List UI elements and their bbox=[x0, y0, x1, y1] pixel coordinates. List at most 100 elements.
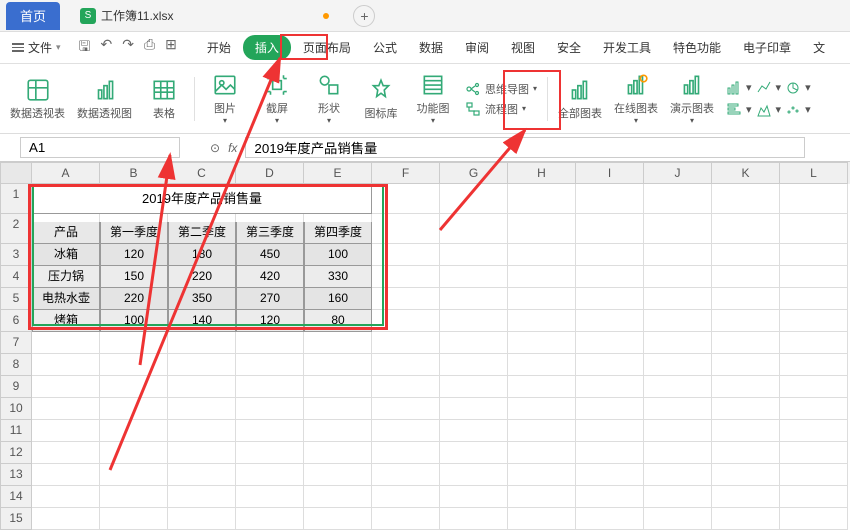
cell[interactable] bbox=[236, 464, 304, 486]
col-header-J[interactable]: J bbox=[644, 162, 712, 184]
cell[interactable] bbox=[780, 288, 848, 310]
online-chart-button[interactable]: 在线图表▾ bbox=[610, 69, 662, 129]
cell[interactable] bbox=[440, 214, 508, 244]
cell[interactable] bbox=[780, 354, 848, 376]
cell[interactable] bbox=[644, 288, 712, 310]
cell[interactable] bbox=[508, 442, 576, 464]
cell[interactable] bbox=[780, 376, 848, 398]
row-header-10[interactable]: 10 bbox=[0, 398, 32, 420]
menu-插入[interactable]: 插入 bbox=[243, 35, 291, 60]
cell[interactable] bbox=[712, 398, 780, 420]
col-header-F[interactable]: F bbox=[372, 162, 440, 184]
cell[interactable] bbox=[440, 310, 508, 332]
pivot-table-button[interactable]: 数据透视表 bbox=[6, 69, 69, 129]
cell[interactable] bbox=[508, 310, 576, 332]
cell[interactable] bbox=[372, 420, 440, 442]
cell[interactable] bbox=[576, 244, 644, 266]
cell[interactable] bbox=[304, 376, 372, 398]
cell[interactable] bbox=[372, 310, 440, 332]
menu-审阅[interactable]: 审阅 bbox=[455, 35, 499, 60]
menu-安全[interactable]: 安全 bbox=[547, 35, 591, 60]
menu-特色功能[interactable]: 特色功能 bbox=[663, 35, 731, 60]
file-tab[interactable]: S 工作簿11.xlsx bbox=[70, 2, 183, 30]
cell[interactable] bbox=[576, 214, 644, 244]
cell[interactable] bbox=[100, 398, 168, 420]
mindmap-button[interactable]: 思维导图▾ bbox=[465, 81, 537, 97]
cell[interactable] bbox=[32, 354, 100, 376]
cell[interactable] bbox=[508, 184, 576, 214]
cell[interactable] bbox=[168, 354, 236, 376]
cell[interactable] bbox=[576, 486, 644, 508]
new-tab-button[interactable]: + bbox=[353, 5, 375, 27]
col-header-G[interactable]: G bbox=[440, 162, 508, 184]
cell[interactable] bbox=[644, 310, 712, 332]
cell[interactable] bbox=[168, 398, 236, 420]
cell[interactable] bbox=[576, 184, 644, 214]
cell[interactable] bbox=[508, 332, 576, 354]
cell[interactable] bbox=[372, 332, 440, 354]
cell[interactable] bbox=[100, 464, 168, 486]
col-header-B[interactable]: B bbox=[100, 162, 168, 184]
cell[interactable] bbox=[508, 464, 576, 486]
cell[interactable] bbox=[304, 508, 372, 530]
cell[interactable] bbox=[780, 244, 848, 266]
cell[interactable] bbox=[712, 464, 780, 486]
cell[interactable] bbox=[100, 508, 168, 530]
table-header-cell[interactable]: 第二季度 bbox=[168, 222, 236, 244]
cell[interactable] bbox=[780, 214, 848, 244]
cell[interactable] bbox=[644, 398, 712, 420]
cell[interactable] bbox=[780, 310, 848, 332]
search-icon[interactable]: ⊙ bbox=[210, 141, 220, 155]
cell[interactable] bbox=[440, 266, 508, 288]
cell[interactable] bbox=[372, 376, 440, 398]
cell[interactable] bbox=[712, 508, 780, 530]
cell[interactable] bbox=[100, 442, 168, 464]
cell[interactable] bbox=[372, 398, 440, 420]
cell[interactable] bbox=[576, 398, 644, 420]
table-cell[interactable]: 冰箱 bbox=[32, 244, 100, 266]
cell[interactable] bbox=[372, 464, 440, 486]
cell[interactable] bbox=[236, 354, 304, 376]
cell[interactable] bbox=[440, 420, 508, 442]
print-icon[interactable]: ⎙ bbox=[142, 34, 157, 62]
cell[interactable] bbox=[236, 486, 304, 508]
table-cell[interactable]: 电热水壶 bbox=[32, 288, 100, 310]
cell[interactable] bbox=[372, 442, 440, 464]
cell[interactable] bbox=[644, 184, 712, 214]
col-header-I[interactable]: I bbox=[576, 162, 644, 184]
cell[interactable] bbox=[780, 332, 848, 354]
cell[interactable] bbox=[304, 442, 372, 464]
cell[interactable] bbox=[168, 464, 236, 486]
cell[interactable] bbox=[304, 486, 372, 508]
cell[interactable] bbox=[440, 288, 508, 310]
cell[interactable] bbox=[712, 266, 780, 288]
cell[interactable] bbox=[644, 486, 712, 508]
row-header-14[interactable]: 14 bbox=[0, 486, 32, 508]
cell[interactable] bbox=[780, 398, 848, 420]
row-header-15[interactable]: 15 bbox=[0, 508, 32, 530]
col-header-C[interactable]: C bbox=[168, 162, 236, 184]
home-tab[interactable]: 首页 bbox=[6, 2, 60, 30]
cell[interactable] bbox=[372, 214, 440, 244]
shape-button[interactable]: 形状▾ bbox=[305, 69, 353, 129]
cell[interactable] bbox=[712, 288, 780, 310]
cell[interactable] bbox=[508, 420, 576, 442]
cell[interactable] bbox=[100, 420, 168, 442]
row-header-3[interactable]: 3 bbox=[0, 244, 32, 266]
table-cell[interactable]: 350 bbox=[168, 288, 236, 310]
col-header-D[interactable]: D bbox=[236, 162, 304, 184]
col-header-E[interactable]: E bbox=[304, 162, 372, 184]
menu-开始[interactable]: 开始 bbox=[197, 35, 241, 60]
menu-文[interactable]: 文 bbox=[803, 35, 835, 60]
row-header-1[interactable]: 1 bbox=[0, 184, 32, 214]
screenshot-button[interactable]: 截屏▾ bbox=[253, 69, 301, 129]
cell[interactable] bbox=[440, 376, 508, 398]
cell[interactable] bbox=[304, 398, 372, 420]
table-header-cell[interactable]: 第一季度 bbox=[100, 222, 168, 244]
cell[interactable] bbox=[236, 420, 304, 442]
row-header-5[interactable]: 5 bbox=[0, 288, 32, 310]
cell[interactable] bbox=[576, 310, 644, 332]
cell[interactable] bbox=[440, 464, 508, 486]
cell[interactable] bbox=[304, 464, 372, 486]
fx-label[interactable]: fx bbox=[228, 141, 237, 155]
